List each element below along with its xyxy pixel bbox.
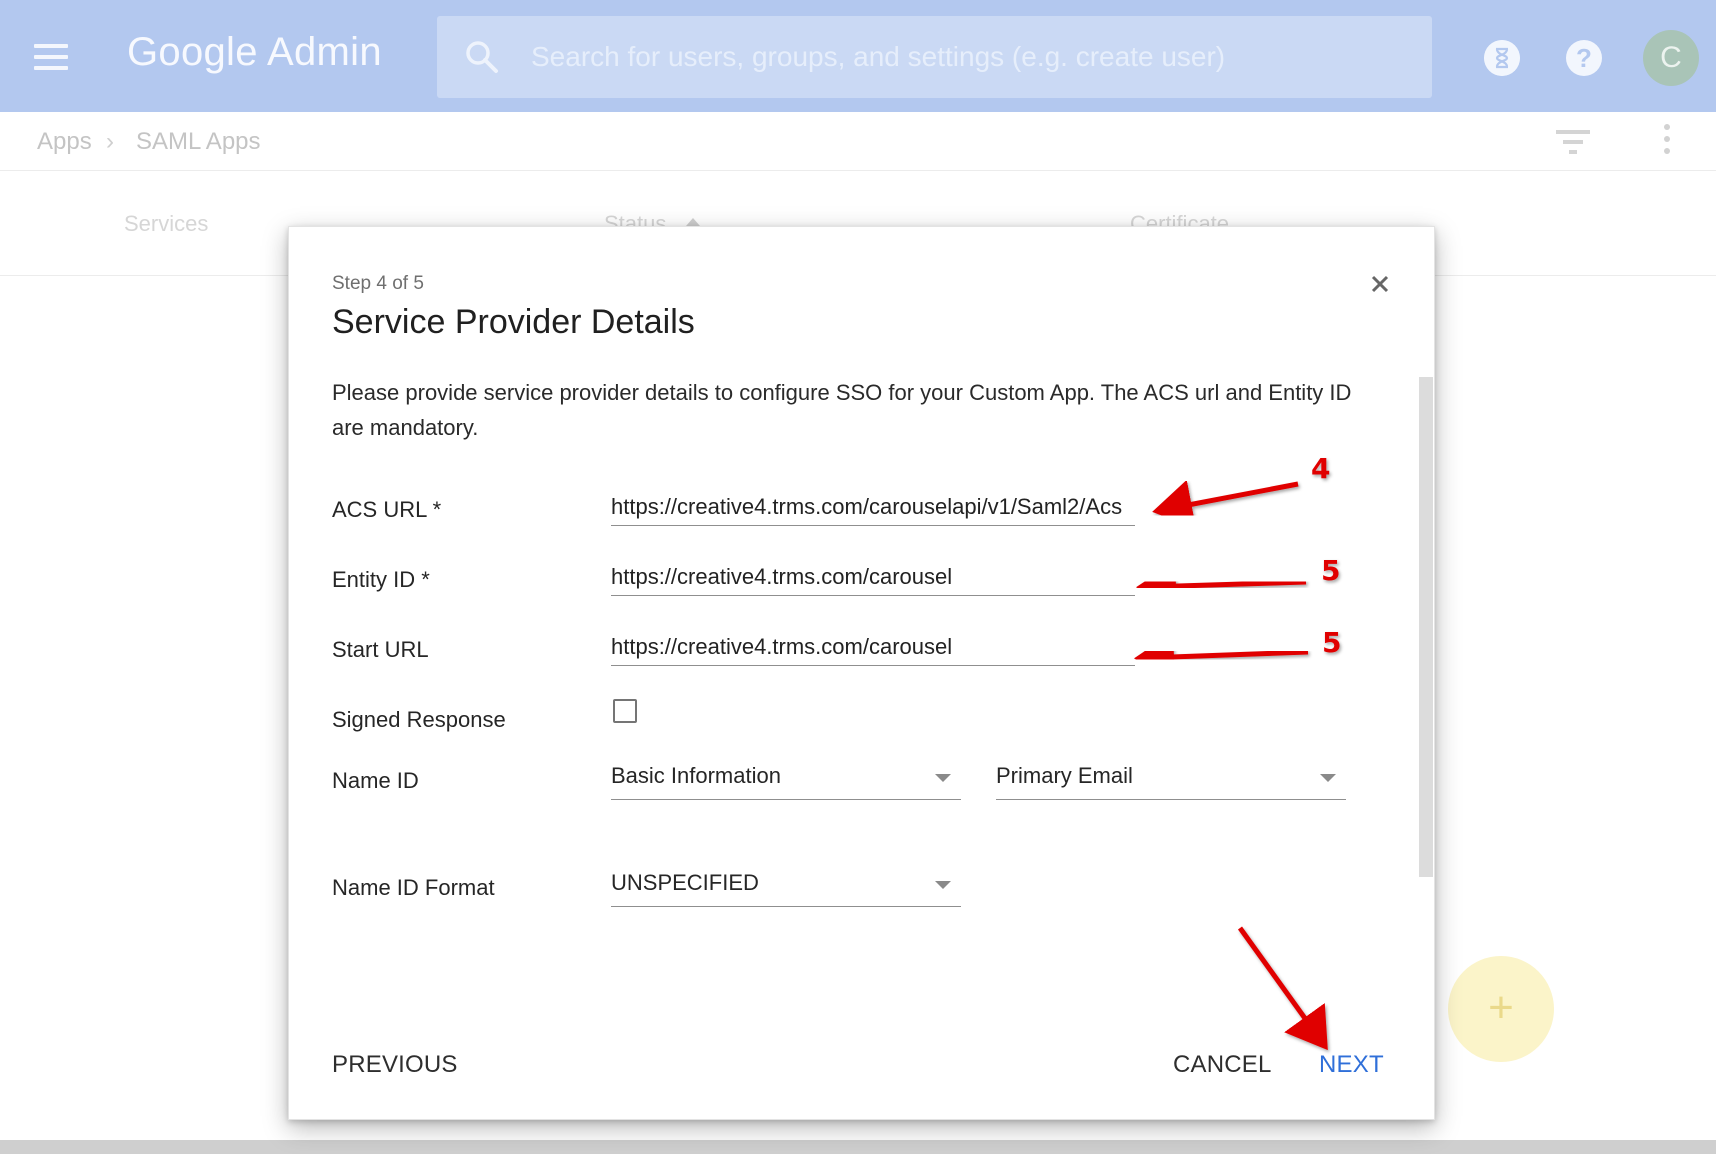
name-id-format-label: Name ID Format: [332, 875, 495, 900]
avatar[interactable]: C: [1643, 30, 1699, 86]
help-icon[interactable]: ?: [1566, 40, 1602, 76]
next-button[interactable]: NEXT: [1319, 1051, 1384, 1079]
step-indicator: Step 4 of 5: [332, 273, 424, 294]
brand-logo[interactable]: Google Admin: [127, 30, 382, 75]
name-id-category-select[interactable]: Basic Information: [611, 757, 961, 800]
add-icon[interactable]: +: [1448, 956, 1554, 1062]
previous-button[interactable]: PREVIOUS: [332, 1051, 458, 1079]
breadcrumb-separator: ›: [106, 128, 114, 155]
entity-id-label: Entity ID *: [332, 567, 430, 592]
start-url-field[interactable]: [611, 629, 1135, 666]
name-id-value-select[interactable]: Primary Email: [996, 757, 1346, 800]
dialog-description: Please provide service provider details …: [332, 380, 1352, 440]
close-icon[interactable]: [1365, 269, 1395, 299]
name-id-format-value: UNSPECIFIED: [611, 870, 759, 895]
chevron-down-icon: [935, 774, 951, 782]
more-vert-icon[interactable]: [1664, 124, 1672, 156]
filter-icon[interactable]: [1556, 128, 1590, 156]
hourglass-icon[interactable]: [1484, 40, 1520, 76]
breadcrumb-saml-apps[interactable]: SAML Apps: [136, 128, 261, 156]
chevron-down-icon: [935, 881, 951, 889]
signed-response-checkbox[interactable]: [613, 699, 637, 723]
service-provider-dialog: Step 4 of 5 Service Provider Details Ple…: [288, 226, 1435, 1120]
search-box[interactable]: [437, 16, 1432, 98]
name-id-category-value: Basic Information: [611, 763, 781, 788]
name-id-format-select[interactable]: UNSPECIFIED: [611, 864, 961, 907]
start-url-label: Start URL: [332, 637, 429, 662]
acs-url-field[interactable]: [611, 489, 1135, 526]
search-icon[interactable]: [465, 40, 499, 74]
entity-id-field[interactable]: [611, 559, 1135, 596]
top-app-bar: Google Admin ? C: [0, 0, 1716, 112]
name-id-value: Primary Email: [996, 763, 1133, 788]
dialog-title: Service Provider Details: [332, 303, 695, 341]
name-id-label: Name ID: [332, 768, 419, 793]
dialog-scrollbar[interactable]: [1419, 377, 1433, 877]
search-input[interactable]: [529, 36, 1413, 78]
menu-icon[interactable]: [34, 44, 68, 70]
sort-up-icon[interactable]: [686, 218, 700, 226]
breadcrumb: Apps › SAML Apps: [0, 112, 1716, 171]
chevron-down-icon: [1320, 774, 1336, 782]
column-services[interactable]: Services: [124, 211, 208, 237]
breadcrumb-apps[interactable]: Apps: [37, 128, 92, 156]
signed-response-label: Signed Response: [332, 707, 506, 732]
cancel-button[interactable]: CANCEL: [1173, 1051, 1272, 1079]
acs-url-label: ACS URL *: [332, 497, 442, 522]
bottom-scrollbar[interactable]: [0, 1140, 1716, 1154]
